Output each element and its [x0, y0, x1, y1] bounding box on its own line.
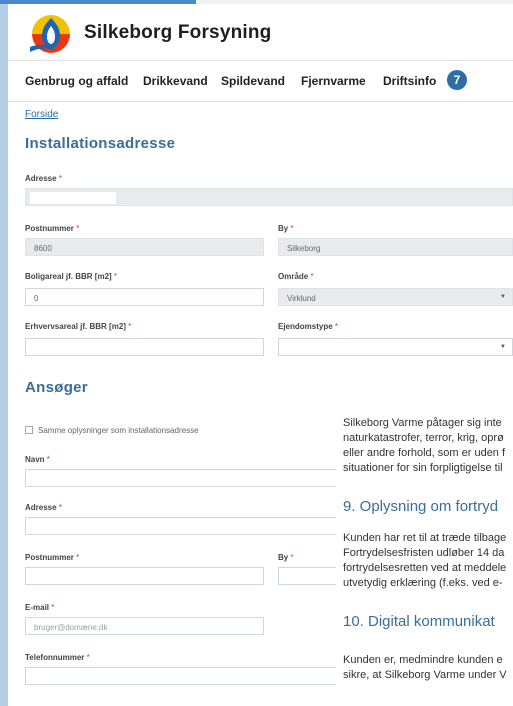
adresse-label: Adresse * — [25, 174, 62, 183]
nav-item-driftsinfo[interactable]: Driftsinfo — [383, 74, 436, 88]
breadcrumb-forside[interactable]: Forside — [25, 109, 58, 120]
erhverv-label: Erhvervsareal jf. BBR [m2] * — [25, 322, 132, 331]
installation-adresse-field[interactable] — [25, 188, 513, 206]
terms-line: Silkeborg Varme påtager sig inte — [343, 417, 502, 429]
terms-line: situationer for sin forpligtigelse til — [343, 462, 503, 474]
ejendomstype-label: Ejendomstype * — [278, 322, 339, 331]
email-label: E-mail * — [25, 603, 55, 612]
boligareal-input[interactable]: 0 — [25, 288, 264, 306]
nav-item-genbrug[interactable]: Genbrug og affald — [25, 74, 128, 88]
navn-label: Navn * — [25, 455, 50, 464]
terms-line: Fortrydelsesfristen udløber 14 da — [343, 547, 505, 559]
driftsinfo-count-badge[interactable]: 7 — [447, 70, 467, 90]
nav-item-drikkevand[interactable]: Drikkevand — [143, 74, 208, 88]
applicant-postnummer-label: Postnummer * — [25, 553, 80, 562]
applicant-postnummer-input[interactable] — [25, 567, 264, 585]
nav-item-fjernvarme[interactable]: Fjernvarme — [301, 74, 366, 88]
ejendomstype-select[interactable]: ▼ — [278, 338, 513, 356]
email-input[interactable]: bruger@domæne.dk — [25, 617, 264, 635]
site-header: Silkeborg Forsyning — [8, 4, 513, 60]
same-info-checkbox-row[interactable]: Samme oplysninger som installationsadres… — [25, 426, 199, 435]
brand-name[interactable]: Silkeborg Forsyning — [84, 22, 272, 44]
ejendomstype-value-chip — [283, 342, 421, 353]
installation-postnummer-field[interactable]: 8600 — [25, 238, 264, 256]
terms-line: Kunden er, medmindre kunden e — [343, 654, 503, 666]
boligareal-label: Boligareal jf. BBR [m2] * — [25, 272, 118, 281]
telefon-label: Telefonnummer * — [25, 653, 90, 662]
terms-line: sikre, at Silkeborg Varme under V — [343, 669, 507, 681]
omraade-label: Område * — [278, 272, 314, 281]
terms-line: utvetydig erklæring (f.eks. ved e- — [343, 577, 503, 589]
terms-line: eller andre forhold, som er uden f — [343, 447, 506, 459]
terms-line: naturkatastrofer, terror, krig, oprø — [343, 432, 504, 444]
main-nav: Genbrug og affald Drikkevand Spildevand … — [8, 60, 513, 102]
water-flame-logo-icon[interactable] — [26, 14, 76, 54]
left-band — [0, 4, 8, 706]
terms-line: fortrydelsesretten ved at meddele — [343, 562, 507, 574]
installation-by-field[interactable]: Silkeborg — [278, 238, 513, 256]
terms-heading-9: 9. Oplysning om fortryd — [343, 498, 499, 515]
chevron-down-icon: ▼ — [500, 344, 506, 350]
omraade-select[interactable]: Virklund ▼ — [278, 288, 513, 306]
installation-section-title: Installationsadresse — [25, 135, 176, 152]
postnummer-label: Postnummer * — [25, 224, 80, 233]
same-info-label: Samme oplysninger som installationsadres… — [38, 426, 199, 435]
terms-line: Kunden har ret til at træde tilbage — [343, 532, 507, 544]
applicant-by-label: By * — [278, 553, 294, 562]
chevron-down-icon: ▼ — [500, 294, 506, 300]
terms-heading-10: 10. Digital kommunikat — [343, 613, 495, 630]
applicant-section-title: Ansøger — [25, 379, 88, 396]
terms-document-overlay: Silkeborg Varme påtager sig inte naturka… — [336, 400, 513, 706]
applicant-adresse-label: Adresse * — [25, 503, 62, 512]
nav-item-spildevand[interactable]: Spildevand — [221, 74, 285, 88]
by-label: By * — [278, 224, 294, 233]
erhvervsareal-input[interactable] — [25, 338, 264, 356]
same-info-checkbox[interactable] — [25, 426, 33, 434]
adresse-value-chip — [30, 192, 116, 204]
